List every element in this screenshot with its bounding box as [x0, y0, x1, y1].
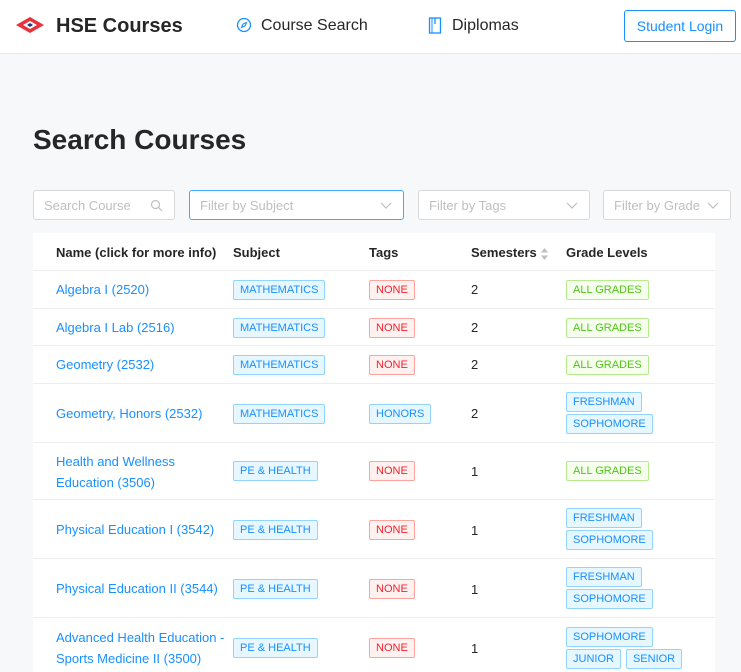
header-semesters[interactable]: Semesters — [471, 245, 537, 260]
grade-tag: ALL GRADES — [566, 318, 649, 338]
logo-icon[interactable] — [16, 17, 46, 38]
grade-tag: ALL GRADES — [566, 280, 649, 300]
course-tag: NONE — [369, 579, 415, 599]
book-icon — [428, 17, 442, 34]
grade-tag: SOPHOMORE — [566, 530, 653, 550]
grade-tag: FRESHMAN — [566, 392, 642, 412]
semesters-value: 2 — [471, 406, 479, 421]
semesters-value: 1 — [471, 582, 479, 597]
subject-tag: PE & HEALTH — [233, 638, 318, 658]
header-subject: Subject — [233, 245, 280, 260]
chevron-down-icon — [566, 202, 578, 209]
grade-placeholder: Filter by Grade — [614, 198, 700, 213]
compass-icon — [236, 17, 252, 33]
course-tag: NONE — [369, 638, 415, 658]
chevron-down-icon — [707, 202, 719, 209]
subject-tag: PE & HEALTH — [233, 461, 318, 481]
subject-tag: PE & HEALTH — [233, 520, 318, 540]
course-name-link[interactable]: Geometry (2532) — [56, 354, 226, 375]
nav-course-search-label: Course Search — [261, 17, 368, 34]
course-name-link[interactable]: Physical Education I (3542) — [56, 519, 226, 540]
course-name-link[interactable]: Advanced Health Education - Sports Medic… — [56, 627, 226, 669]
course-tag: NONE — [369, 461, 415, 481]
search-course-input[interactable]: Search Course — [33, 190, 175, 220]
grade-tag: SENIOR — [625, 649, 683, 669]
brand-title[interactable]: HSE Courses — [56, 15, 183, 38]
semesters-value: 2 — [471, 320, 479, 335]
nav-diplomas-label: Diplomas — [452, 17, 519, 34]
tags-placeholder: Filter by Tags — [429, 198, 507, 213]
filter-subject-select[interactable]: Filter by Subject — [189, 190, 404, 220]
table-row: Advanced Health Education - Sports Medic… — [33, 617, 715, 672]
course-tag: NONE — [369, 355, 415, 375]
course-name-link[interactable]: Algebra I (2520) — [56, 279, 226, 300]
course-tag: NONE — [369, 280, 415, 300]
filter-grade-select[interactable]: Filter by Grade — [603, 190, 731, 220]
course-tag: HONORS — [369, 404, 432, 424]
table-row: Geometry (2532) MATHEMATICS NONE 2 ALL G… — [33, 345, 715, 383]
table-row: Geometry, Honors (2532) MATHEMATICS HONO… — [33, 383, 715, 442]
semesters-value: 1 — [471, 641, 479, 656]
top-navbar: HSE Courses Course Search Diplomas Stude… — [0, 0, 741, 54]
sort-icon[interactable] — [540, 247, 549, 261]
subject-placeholder: Filter by Subject — [200, 198, 294, 213]
grade-tag: FRESHMAN — [566, 508, 642, 528]
course-tag: NONE — [369, 520, 415, 540]
course-name-link[interactable]: Algebra I Lab (2516) — [56, 317, 226, 338]
grade-tag: SOPHOMORE — [566, 589, 653, 609]
subject-tag: MATHEMATICS — [233, 355, 326, 375]
subject-tag: MATHEMATICS — [233, 318, 326, 338]
courses-table: Name (click for more info) Subject Tags … — [33, 233, 715, 672]
course-name-link[interactable]: Health and Wellness Education (3506) — [56, 451, 226, 493]
course-tag: NONE — [369, 318, 415, 338]
grade-tag: JUNIOR — [566, 649, 621, 669]
table-row: Algebra I Lab (2516) MATHEMATICS NONE 2 … — [33, 308, 715, 345]
subject-tag: PE & HEALTH — [233, 579, 318, 599]
search-icon — [150, 199, 163, 212]
header-grade-levels: Grade Levels — [566, 245, 648, 260]
grade-tag: ALL GRADES — [566, 461, 649, 481]
search-placeholder: Search Course — [44, 198, 131, 213]
page-title: Search Courses — [33, 124, 247, 155]
subject-tag: MATHEMATICS — [233, 404, 326, 424]
semesters-value: 2 — [471, 282, 479, 297]
grade-tag: SOPHOMORE — [566, 627, 653, 647]
header-name: Name (click for more info) — [56, 245, 217, 260]
table-row: Physical Education I (3542) PE & HEALTH … — [33, 499, 715, 558]
filter-tags-select[interactable]: Filter by Tags — [418, 190, 590, 220]
semesters-value: 2 — [471, 357, 479, 372]
grade-tag: ALL GRADES — [566, 355, 649, 375]
chevron-down-icon — [380, 202, 392, 209]
table-row: Health and Wellness Education (3506) PE … — [33, 442, 715, 499]
grade-tag: FRESHMAN — [566, 567, 642, 587]
subject-tag: MATHEMATICS — [233, 280, 326, 300]
table-row: Algebra I (2520) MATHEMATICS NONE 2 ALL … — [33, 270, 715, 308]
table-row: Physical Education II (3544) PE & HEALTH… — [33, 558, 715, 617]
header-tags: Tags — [369, 245, 399, 260]
semesters-value: 1 — [471, 464, 479, 479]
semesters-value: 1 — [471, 523, 479, 538]
course-name-link[interactable]: Geometry, Honors (2532) — [56, 403, 226, 424]
course-name-link[interactable]: Physical Education II (3544) — [56, 578, 226, 599]
grade-tag: SOPHOMORE — [566, 414, 653, 434]
student-login-button[interactable]: Student Login — [624, 10, 736, 42]
